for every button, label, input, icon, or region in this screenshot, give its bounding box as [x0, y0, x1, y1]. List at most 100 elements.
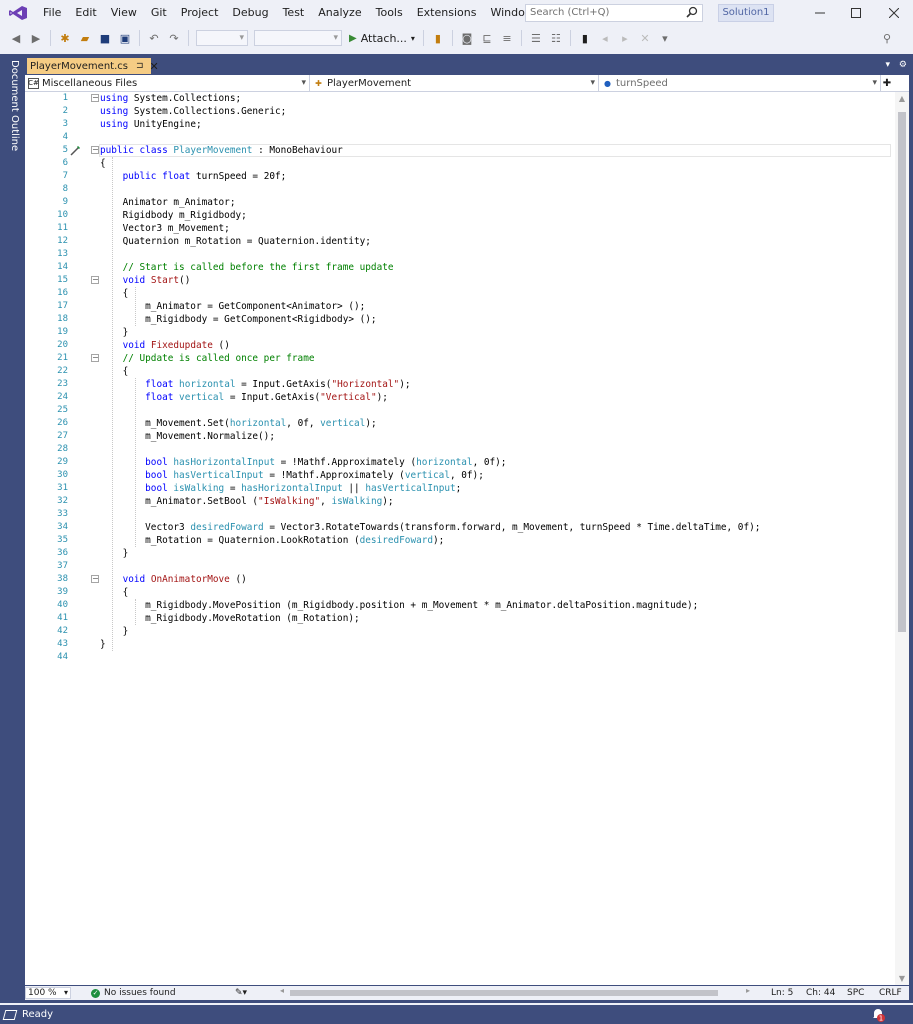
- dropdown-icon[interactable]: ▾: [886, 60, 891, 70]
- code-line[interactable]: 42 }: [25, 625, 909, 638]
- uncomment-icon[interactable]: ☷: [548, 30, 564, 46]
- menu-item-debug[interactable]: Debug: [225, 0, 275, 26]
- comment-out-icon[interactable]: ☰: [528, 30, 544, 46]
- menu-item-edit[interactable]: Edit: [68, 0, 103, 26]
- bookmark-icon[interactable]: ▮: [577, 30, 593, 46]
- notification-bell-icon[interactable]: 1: [871, 1008, 885, 1022]
- indent-icon[interactable]: ≡: [499, 30, 515, 46]
- code-line[interactable]: 9 Animator m_Animator;: [25, 196, 909, 209]
- close-tab-icon[interactable]: ✕: [150, 60, 159, 73]
- code-line[interactable]: 34 Vector3 desiredFoward = Vector3.Rotat…: [25, 521, 909, 534]
- undo-icon[interactable]: ↶: [146, 30, 162, 46]
- scroll-right-icon[interactable]: ▸: [746, 986, 750, 995]
- code-line[interactable]: 11 Vector3 m_Movement;: [25, 222, 909, 235]
- search-input[interactable]: Search (Ctrl+Q): [525, 4, 703, 22]
- menu-item-git[interactable]: Git: [144, 0, 174, 26]
- menu-item-tools[interactable]: Tools: [369, 0, 410, 26]
- code-line[interactable]: 31 bool isWalking = hasHorizontalInput |…: [25, 482, 909, 495]
- code-line[interactable]: 41 m_Rigidbody.MoveRotation (m_Rotation)…: [25, 612, 909, 625]
- code-line[interactable]: 4: [25, 131, 909, 144]
- collapse-icon[interactable]: −: [91, 94, 99, 102]
- line-ending-indicator[interactable]: CRLF: [879, 986, 902, 1000]
- maximize-button[interactable]: [838, 0, 874, 26]
- document-tab-playermovement[interactable]: PlayerMovement.cs ⊐ ✕: [27, 58, 159, 74]
- member-dropdown[interactable]: ● turnSpeed ▾: [599, 75, 881, 91]
- scroll-up-icon[interactable]: ▲: [895, 94, 909, 103]
- code-line[interactable]: 10 Rigidbody m_Rigidbody;: [25, 209, 909, 222]
- code-line[interactable]: 35 m_Rotation = Quaternion.LookRotation …: [25, 534, 909, 547]
- type-dropdown[interactable]: ✚ PlayerMovement ▾: [310, 75, 599, 91]
- code-line[interactable]: 8: [25, 183, 909, 196]
- whitespace-indicator[interactable]: SPC: [847, 986, 864, 1000]
- code-line[interactable]: 6{: [25, 157, 909, 170]
- code-line[interactable]: 22 {: [25, 365, 909, 378]
- step-icon[interactable]: ⊑: [479, 30, 495, 46]
- solution-platforms-dropdown[interactable]: [254, 30, 342, 46]
- zoom-dropdown[interactable]: 100 %: [25, 987, 71, 999]
- find-in-files-icon[interactable]: ▮: [430, 30, 446, 46]
- code-line[interactable]: 33: [25, 508, 909, 521]
- code-line[interactable]: 25: [25, 404, 909, 417]
- clear-bookmarks-icon[interactable]: ✕: [637, 30, 653, 46]
- scroll-down-icon[interactable]: ▼: [895, 974, 909, 983]
- menu-item-analyze[interactable]: Analyze: [311, 0, 368, 26]
- code-line[interactable]: 2 using System.Collections.Generic;: [25, 105, 909, 118]
- previous-bookmark-icon[interactable]: ◂: [597, 30, 613, 46]
- code-line[interactable]: 17 m_Animator = GetComponent<Animator> (…: [25, 300, 909, 313]
- code-line[interactable]: 19 }: [25, 326, 909, 339]
- solution-configurations-dropdown[interactable]: [196, 30, 248, 46]
- issues-indicator[interactable]: ✓ No issues found: [91, 988, 176, 998]
- code-line[interactable]: 13: [25, 248, 909, 261]
- document-outline-tab[interactable]: Document Outline: [3, 58, 20, 151]
- code-line[interactable]: 29 bool hasHorizontalInput = !Mathf.Appr…: [25, 456, 909, 469]
- scroll-left-icon[interactable]: ◂: [280, 986, 284, 995]
- menu-item-view[interactable]: View: [104, 0, 144, 26]
- collapse-icon[interactable]: −: [91, 575, 99, 583]
- code-line[interactable]: 37: [25, 560, 909, 573]
- horizontal-scrollbar[interactable]: ◂ ▸: [280, 986, 750, 998]
- code-line[interactable]: 32 m_Animator.SetBool ("IsWalking", isWa…: [25, 495, 909, 508]
- code-line[interactable]: 24 float vertical = Input.GetAxis("Verti…: [25, 391, 909, 404]
- pin-icon[interactable]: ⊐: [136, 61, 144, 71]
- code-line[interactable]: 44: [25, 651, 909, 664]
- code-line[interactable]: 30 bool hasVerticalInput = !Mathf.Approx…: [25, 469, 909, 482]
- save-all-icon[interactable]: ▣: [117, 30, 133, 46]
- vertical-scrollbar[interactable]: ▲ ▼: [895, 92, 909, 985]
- code-line[interactable]: 18 m_Rigidbody = GetComponent<Rigidbody>…: [25, 313, 909, 326]
- code-line[interactable]: 39 {: [25, 586, 909, 599]
- code-line[interactable]: 7 public float turnSpeed = 20f;: [25, 170, 909, 183]
- code-line[interactable]: 5 − public class PlayerMovement : MonoBeha…: [25, 144, 909, 157]
- horizontal-scroll-thumb[interactable]: [290, 990, 718, 996]
- code-editor[interactable]: 1− using System.Collections; 2 using System…: [25, 92, 909, 985]
- collapse-icon[interactable]: −: [91, 354, 99, 362]
- code-line[interactable]: 23 float horizontal = Input.GetAxis("Hor…: [25, 378, 909, 391]
- code-line[interactable]: 16 {: [25, 287, 909, 300]
- live-share-icon[interactable]: ⚲: [879, 30, 895, 46]
- save-icon[interactable]: ■: [97, 30, 113, 46]
- next-bookmark-icon[interactable]: ▸: [617, 30, 633, 46]
- brush-options-icon[interactable]: ✎▾: [235, 988, 247, 998]
- vertical-scroll-thumb[interactable]: [898, 112, 906, 632]
- open-file-icon[interactable]: ▰: [77, 30, 93, 46]
- line-indicator[interactable]: Ln: 5: [771, 986, 793, 1000]
- code-line[interactable]: 26 m_Movement.Set(horizontal, 0f, vertic…: [25, 417, 909, 430]
- code-line[interactable]: 21 − // Update is called once per frame: [25, 352, 909, 365]
- attach-button[interactable]: ▶ Attach... ▾: [349, 32, 415, 45]
- code-line[interactable]: 20 void Fixedupdate (): [25, 339, 909, 352]
- code-line[interactable]: 43}: [25, 638, 909, 651]
- new-project-icon[interactable]: ✱: [57, 30, 73, 46]
- code-line[interactable]: 36 }: [25, 547, 909, 560]
- close-window-button[interactable]: [876, 0, 912, 26]
- minimize-button[interactable]: [802, 0, 838, 26]
- toolbar-options-icon[interactable]: ▾: [657, 30, 673, 46]
- menu-item-file[interactable]: File: [36, 0, 68, 26]
- menu-item-test[interactable]: Test: [276, 0, 312, 26]
- code-line[interactable]: 3 using UnityEngine;: [25, 118, 909, 131]
- navigate-forward-icon[interactable]: ▶: [28, 30, 44, 46]
- char-indicator[interactable]: Ch: 44: [806, 986, 835, 1000]
- collapse-icon[interactable]: −: [91, 146, 99, 154]
- collapse-icon[interactable]: −: [91, 276, 99, 284]
- screenshot-icon[interactable]: ◙: [459, 30, 475, 46]
- code-line[interactable]: 12 Quaternion m_Rotation = Quaternion.id…: [25, 235, 909, 248]
- project-dropdown[interactable]: C# Miscellaneous Files ▾: [25, 75, 310, 91]
